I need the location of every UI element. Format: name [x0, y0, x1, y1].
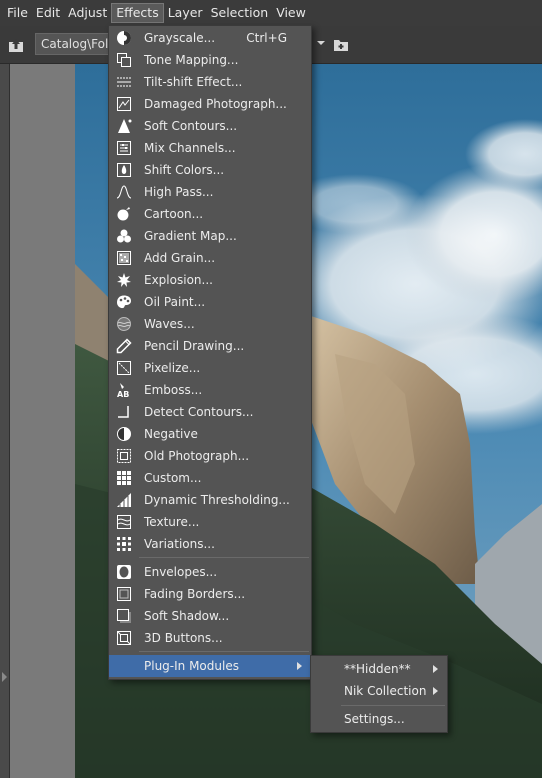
dynamic-threshold-icon	[117, 493, 131, 507]
menu-item-cartoon[interactable]: Cartoon...	[109, 203, 311, 225]
add-grain-icon	[117, 251, 131, 265]
menu-item-plug-in-modules[interactable]: Plug-In Modules	[109, 655, 311, 677]
menu-item-explosion[interactable]: Explosion...	[109, 269, 311, 291]
menu-item-detect-contours[interactable]: Detect Contours...	[109, 401, 311, 423]
menu-selection[interactable]: Selection	[207, 3, 273, 23]
cartoon-icon	[117, 207, 130, 221]
tone-mapping-icon	[117, 53, 131, 67]
menu-item-add-grain[interactable]: Add Grain...	[109, 247, 311, 269]
chevron-right-icon	[433, 687, 438, 695]
menu-file[interactable]: File	[3, 3, 32, 23]
negative-icon	[117, 427, 131, 441]
menu-item-3d-buttons[interactable]: 3D Buttons...	[109, 627, 311, 649]
pencil-icon	[116, 338, 132, 354]
menu-item-custom[interactable]: Custom...	[109, 467, 311, 489]
menu-item-fading-borders[interactable]: Fading Borders...	[109, 583, 311, 605]
envelopes-icon	[117, 565, 131, 579]
mix-channels-icon	[117, 141, 131, 155]
grayscale-icon	[117, 31, 131, 45]
menu-item-mix-channels[interactable]: Mix Channels...	[109, 137, 311, 159]
oil-paint-icon	[117, 295, 131, 309]
pixelize-icon	[117, 361, 131, 375]
variations-icon	[117, 537, 131, 551]
svg-text:AB: AB	[117, 390, 129, 398]
menu-view[interactable]: View	[272, 3, 310, 23]
menu-item-grayscale[interactable]: Grayscale... Ctrl+G	[109, 27, 311, 49]
tilt-shift-icon	[117, 77, 131, 87]
menu-separator	[139, 557, 309, 558]
menu-item-tilt-shift[interactable]: Tilt-shift Effect...	[109, 71, 311, 93]
menu-item-variations[interactable]: Variations...	[109, 533, 311, 555]
menu-item-waves[interactable]: Waves...	[109, 313, 311, 335]
waves-icon	[117, 317, 131, 331]
menu-item-gradient-map[interactable]: Gradient Map...	[109, 225, 311, 247]
fading-borders-icon	[117, 587, 131, 601]
menu-adjust[interactable]: Adjust	[64, 3, 111, 23]
menu-item-oil-paint[interactable]: Oil Paint...	[109, 291, 311, 313]
menu-item-high-pass[interactable]: High Pass...	[109, 181, 311, 203]
menu-separator	[341, 705, 445, 706]
plugin-submenu: **Hidden** Nik Collection Settings...	[310, 655, 448, 733]
menu-item-envelopes[interactable]: Envelopes...	[109, 561, 311, 583]
explosion-icon	[117, 273, 131, 287]
chevron-right-icon	[433, 665, 438, 673]
folder-up-icon[interactable]	[8, 37, 24, 53]
submenu-item-nik-collection[interactable]: Nik Collection	[311, 680, 447, 702]
emboss-icon: AB	[117, 383, 129, 398]
path-field[interactable]: Catalog\Fold	[35, 33, 115, 55]
shift-colors-icon	[117, 163, 131, 177]
detect-contours-icon	[118, 406, 129, 418]
effects-menu: Grayscale... Ctrl+G Tone Mapping... Tilt…	[108, 25, 312, 680]
menu-effects[interactable]: Effects	[111, 3, 164, 23]
menu-item-tone-mapping[interactable]: Tone Mapping...	[109, 49, 311, 71]
menu-item-pencil-drawing[interactable]: Pencil Drawing...	[109, 335, 311, 357]
damaged-photo-icon	[117, 97, 131, 111]
soft-shadow-icon	[117, 609, 131, 623]
menu-item-soft-contours[interactable]: Soft Contours...	[109, 115, 311, 137]
texture-icon	[117, 515, 131, 529]
menu-separator	[139, 651, 309, 652]
menu-item-pixelize[interactable]: Pixelize...	[109, 357, 311, 379]
menu-item-emboss[interactable]: AB Emboss...	[109, 379, 311, 401]
menu-item-negative[interactable]: Negative	[109, 423, 311, 445]
menu-layer[interactable]: Layer	[164, 3, 207, 23]
expand-arrow-icon[interactable]	[2, 672, 7, 682]
left-panel-edge[interactable]	[0, 64, 10, 778]
menu-item-soft-shadow[interactable]: Soft Shadow...	[109, 605, 311, 627]
menu-item-old-photograph[interactable]: Old Photograph...	[109, 445, 311, 467]
menu-bar: File Edit Adjust Effects Layer Selection…	[0, 0, 542, 26]
menu-item-texture[interactable]: Texture...	[109, 511, 311, 533]
3d-buttons-icon	[117, 631, 131, 645]
custom-grid-icon	[117, 471, 131, 485]
chevron-right-icon	[297, 662, 302, 670]
submenu-item-hidden[interactable]: **Hidden**	[311, 658, 447, 680]
menu-edit[interactable]: Edit	[32, 3, 64, 23]
soft-contours-icon	[118, 119, 132, 133]
menu-item-dynamic-thresholding[interactable]: Dynamic Thresholding...	[109, 489, 311, 511]
old-photo-icon	[117, 449, 131, 463]
submenu-item-settings[interactable]: Settings...	[311, 708, 447, 730]
high-pass-icon	[116, 185, 132, 199]
left-panel	[10, 64, 75, 778]
menu-item-shift-colors[interactable]: Shift Colors...	[109, 159, 311, 181]
menu-item-damaged-photograph[interactable]: Damaged Photograph...	[109, 93, 311, 115]
chevron-down-icon[interactable]	[316, 38, 326, 48]
gradient-map-icon	[117, 229, 131, 243]
new-folder-icon[interactable]	[333, 37, 349, 53]
